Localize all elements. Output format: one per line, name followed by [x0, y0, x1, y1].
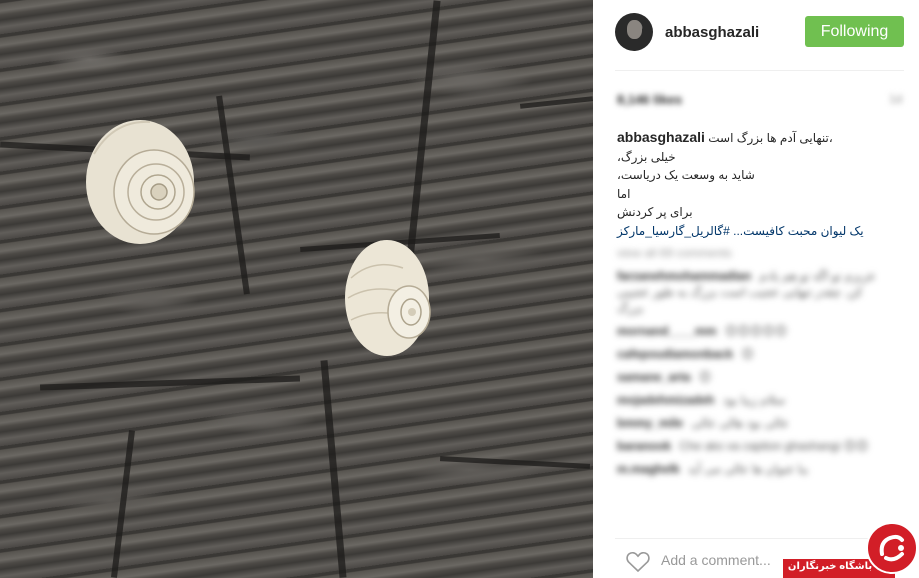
avatar-face [627, 20, 642, 39]
comment-username[interactable]: m.maghelk [617, 462, 680, 476]
caption-text-line: اما [617, 186, 631, 201]
post-side-panel: abbasghazali Following 8,146 likes 1d ab… [593, 0, 919, 578]
likes-count[interactable]: 8,146 likes [617, 92, 682, 107]
watermark-logo-icon [879, 534, 904, 562]
comment-item: farzanehmohammadian عزیزم تو اگه تو هم ی… [617, 268, 889, 316]
bark-crack [519, 96, 593, 109]
comment-item: mornand____mm 😊😊😊😊😊 [617, 323, 889, 339]
heart-icon[interactable] [626, 551, 650, 572]
comment-item: m.maghelk ببا عنوان ها عالی می آید [617, 461, 889, 477]
comment-text: Che aks va caption ghashangi 😊😊 [679, 439, 869, 453]
watermark-text: باشگاه خبرنگاران [787, 561, 873, 572]
caption-text-line: تنهایی آدم ها بزرگ است، [708, 131, 833, 145]
post-date[interactable]: 1d [889, 92, 902, 106]
comment-username[interactable]: mornand____mm [617, 324, 716, 338]
view-all-comments-link[interactable]: view all 69 comments [617, 246, 889, 260]
bark-crack [39, 375, 301, 391]
comment-username[interactable]: farzanehmohammadian [617, 269, 751, 283]
comment-item: baranook Che aks va caption ghashangi 😊😊 [617, 438, 889, 454]
bark-crack [406, 0, 441, 260]
header-divider [615, 70, 904, 71]
caption-text-line: شاید به وسعت یک دریاست، [617, 168, 755, 182]
comment-username[interactable]: baranook [617, 439, 671, 453]
post-caption: abbasghazali تنهایی آدم ها بزرگ است، خیل… [617, 128, 887, 240]
following-button[interactable]: Following [805, 16, 904, 47]
comments-divider [615, 538, 904, 539]
comment-text: سلام زیبا بود [722, 393, 786, 407]
snail-shell [86, 120, 195, 244]
comment-item: mojadehmizadeh سلام زیبا بود [617, 392, 889, 408]
add-comment-input[interactable]: Add a comment... [661, 552, 771, 568]
comment-username[interactable]: samane_arta [617, 370, 690, 384]
avatar[interactable] [615, 13, 653, 51]
caption-hashtag-line[interactable]: یک لیوان محبت کافیست... #گالریل_گارسیا_م… [617, 222, 887, 241]
comment-text: 😊😊😊😊😊 [724, 324, 788, 338]
comment-item: cafepoudiamonback 😊 [617, 346, 889, 362]
bark-crack [111, 430, 135, 578]
comment-text: 😊 [741, 347, 754, 361]
comment-text: ببا عنوان ها عالی می آید [688, 462, 809, 476]
comment-username[interactable]: bmmy_mile [617, 416, 683, 430]
caption-text-line: برای پر کردنش [617, 205, 693, 219]
comment-username[interactable]: cafepoudiamonback [617, 347, 733, 361]
watermark-logo [866, 522, 918, 574]
bark-crack [439, 456, 591, 469]
bark-crack [216, 95, 250, 295]
comment-username[interactable]: mojadehmizadeh [617, 393, 714, 407]
comment-item: samane_arta 😊 [617, 369, 889, 385]
comments-list: view all 69 comments farzanehmohammadian… [617, 246, 889, 484]
post-header: abbasghazali Following [593, 0, 919, 68]
comment-text: عالی بود هالی عالی [691, 416, 789, 430]
snail-shell [345, 240, 431, 356]
caption-text-line: خیلی بزرگ، [617, 149, 676, 164]
caption-first-line: abbasghazali تنهایی آدم ها بزرگ است، [617, 128, 887, 148]
caption-username[interactable]: abbasghazali [617, 129, 705, 145]
post-photo[interactable] [0, 0, 593, 578]
comment-item: bmmy_mile عالی بود هالی عالی [617, 415, 889, 431]
header-username[interactable]: abbasghazali [665, 24, 759, 41]
bark-crack [320, 360, 347, 578]
comment-text: 😊 [698, 370, 712, 384]
